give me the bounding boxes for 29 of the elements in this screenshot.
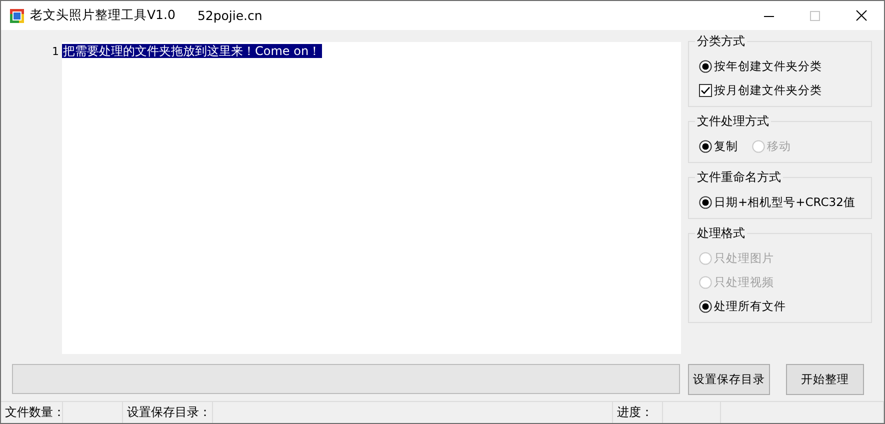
website-label: 52pojie.cn: [197, 8, 262, 23]
editor-text: 把需要处理的文件夹拖放到这里来！Come on！: [62, 44, 322, 58]
set-directory-button[interactable]: 设置保存目录: [688, 364, 770, 394]
group-title: 文件重命名方式: [695, 169, 783, 186]
option-label: 只处理图片: [714, 250, 774, 266]
option-label: 处理所有文件: [714, 298, 786, 314]
option-label: 日期+相机型号+CRC32值: [714, 194, 856, 210]
status-label: 进度：: [617, 404, 653, 421]
radio-button[interactable]: [699, 300, 712, 312]
radio-button[interactable]: [699, 140, 712, 152]
option-label: 复制: [714, 138, 738, 154]
option-label: 移动: [767, 138, 791, 154]
status-label: 文件数量：: [5, 404, 65, 421]
group-title: 文件处理方式: [695, 113, 771, 130]
window-title: 老文头照片整理工具V1.0: [30, 7, 176, 24]
checkbox[interactable]: [699, 84, 712, 96]
line-number: 1: [52, 45, 59, 58]
group-title: 处理格式: [695, 225, 747, 242]
radio-button[interactable]: [699, 196, 712, 208]
option-label: 按月创建文件夹分类: [714, 82, 822, 98]
option-label: 按年创建文件夹分类: [714, 58, 822, 74]
close-icon[interactable]: [856, 10, 866, 21]
status-label: 设置保存目录：: [127, 404, 211, 421]
option-label: 只处理视频: [714, 274, 774, 290]
text-editor[interactable]: 把需要处理的文件夹拖放到这里来！Come on！: [62, 42, 681, 354]
radio-button[interactable]: [699, 60, 712, 72]
app-icon: [10, 8, 24, 22]
start-button[interactable]: 开始整理: [786, 364, 864, 394]
group-title: 分类方式: [695, 33, 747, 50]
